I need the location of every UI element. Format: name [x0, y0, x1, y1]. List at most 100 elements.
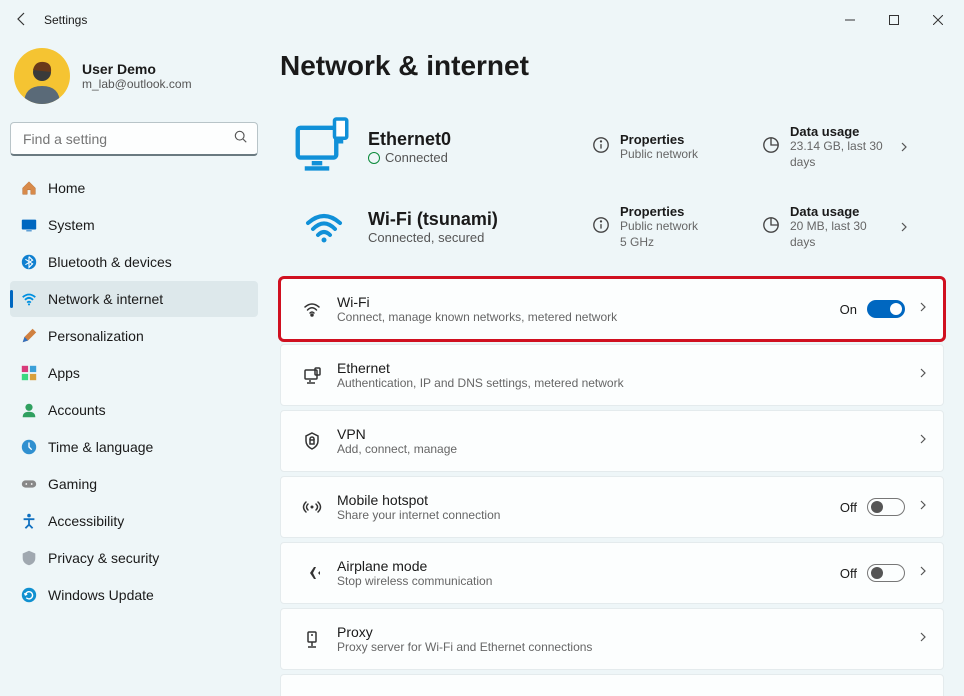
vpn-icon — [287, 431, 337, 451]
sidebar-item-privacy[interactable]: Privacy & security — [10, 540, 258, 576]
card-wifi[interactable]: Wi-Fi Connect, manage known networks, me… — [280, 278, 944, 340]
page-title: Network & internet — [280, 50, 944, 82]
card-airplane[interactable]: Airplane mode Stop wireless communicatio… — [280, 542, 944, 604]
sidebar-item-accounts[interactable]: Accounts — [10, 392, 258, 428]
connection-name: Wi-Fi (tsunami) — [368, 209, 592, 230]
gaming-icon — [20, 475, 48, 493]
card-proxy[interactable]: Proxy Proxy server for Wi-Fi and Etherne… — [280, 608, 944, 670]
privacy-icon — [20, 549, 48, 567]
connection-ethernet: Ethernet0 Connected Properties Public ne… — [280, 104, 944, 196]
sidebar-item-label: Privacy & security — [48, 550, 159, 566]
wifi-icon — [287, 299, 337, 319]
settings-cards: Wi-Fi Connect, manage known networks, me… — [280, 278, 944, 696]
sidebar: User Demo m_lab@outlook.com Home System — [0, 40, 268, 696]
sidebar-item-network[interactable]: Network & internet — [10, 281, 258, 317]
data-usage-icon — [762, 136, 780, 159]
nav: Home System Bluetooth & devices Network … — [10, 170, 258, 613]
chevron-right-icon — [917, 630, 929, 648]
sidebar-item-label: Home — [48, 180, 85, 196]
search-container — [10, 122, 258, 156]
hotspot-toggle[interactable] — [867, 498, 905, 516]
sidebar-item-label: Bluetooth & devices — [48, 254, 172, 270]
sidebar-item-label: System — [48, 217, 95, 233]
sidebar-item-update[interactable]: Windows Update — [10, 577, 258, 613]
card-title: Ethernet — [337, 360, 917, 376]
card-title: Wi-Fi — [337, 294, 840, 310]
sidebar-item-apps[interactable]: Apps — [10, 355, 258, 391]
bluetooth-icon — [20, 253, 48, 271]
card-dialup[interactable]: Dial-up — [280, 674, 944, 696]
airplane-toggle[interactable] — [867, 564, 905, 582]
connection-wifi: Wi-Fi (tsunami) Connected, secured Prope… — [280, 196, 944, 264]
usage-sub: 23.14 GB, last 30 days — [790, 139, 892, 170]
sidebar-item-system[interactable]: System — [10, 207, 258, 243]
sidebar-item-gaming[interactable]: Gaming — [10, 466, 258, 502]
chevron-right-icon — [917, 366, 929, 384]
network-icon — [20, 290, 48, 308]
card-vpn[interactable]: VPN Add, connect, manage — [280, 410, 944, 472]
properties-button[interactable]: Properties Public network — [592, 132, 762, 163]
sidebar-item-label: Time & language — [48, 439, 153, 455]
sidebar-item-personalization[interactable]: Personalization — [10, 318, 258, 354]
card-title: VPN — [337, 426, 917, 442]
sidebar-item-label: Accounts — [48, 402, 106, 418]
chevron-right-icon[interactable] — [892, 141, 916, 153]
main-content: Network & internet Ethernet0 Connected P… — [268, 40, 964, 696]
chevron-right-icon[interactable] — [892, 221, 916, 233]
accessibility-icon — [20, 512, 48, 530]
window-title: Settings — [44, 13, 87, 27]
info-icon — [592, 136, 610, 159]
airplane-icon — [287, 563, 337, 583]
sidebar-item-label: Apps — [48, 365, 80, 381]
chevron-right-icon — [917, 564, 929, 582]
close-button[interactable] — [916, 4, 960, 36]
chevron-right-icon — [917, 300, 929, 318]
sidebar-item-accessibility[interactable]: Accessibility — [10, 503, 258, 539]
ethernet-icon — [280, 112, 368, 182]
card-sub: Authentication, IP and DNS settings, met… — [337, 376, 917, 390]
back-button[interactable] — [4, 11, 40, 30]
properties-title: Properties — [620, 204, 698, 219]
hotspot-icon — [287, 497, 337, 517]
ethernet-icon — [287, 365, 337, 385]
card-title: Proxy — [337, 624, 917, 640]
card-sub: Add, connect, manage — [337, 442, 917, 456]
usage-title: Data usage — [790, 204, 892, 219]
info-icon — [592, 216, 610, 239]
properties-title: Properties — [620, 132, 698, 147]
sidebar-item-time[interactable]: Time & language — [10, 429, 258, 465]
wifi-toggle[interactable] — [867, 300, 905, 318]
sidebar-item-home[interactable]: Home — [10, 170, 258, 206]
card-sub: Stop wireless communication — [337, 574, 840, 588]
sidebar-item-label: Gaming — [48, 476, 97, 492]
properties-button[interactable]: Properties Public network 5 GHz — [592, 204, 762, 250]
home-icon — [20, 179, 48, 197]
sidebar-item-label: Accessibility — [48, 513, 124, 529]
data-usage-icon — [762, 216, 780, 239]
update-icon — [20, 586, 48, 604]
chevron-right-icon — [917, 432, 929, 450]
data-usage-button[interactable]: Data usage 23.14 GB, last 30 days — [762, 124, 892, 170]
minimize-button[interactable] — [828, 4, 872, 36]
user-profile[interactable]: User Demo m_lab@outlook.com — [10, 46, 258, 122]
avatar — [14, 48, 70, 104]
user-email: m_lab@outlook.com — [82, 77, 192, 91]
data-usage-button[interactable]: Data usage 20 MB, last 30 days — [762, 204, 892, 250]
sidebar-item-bluetooth[interactable]: Bluetooth & devices — [10, 244, 258, 280]
properties-sub: Public network 5 GHz — [620, 219, 698, 250]
time-icon — [20, 438, 48, 456]
apps-icon — [20, 364, 48, 382]
toggle-state: Off — [840, 566, 857, 581]
maximize-button[interactable] — [872, 4, 916, 36]
toggle-state: Off — [840, 500, 857, 515]
titlebar: Settings — [0, 0, 964, 40]
card-hotspot[interactable]: Mobile hotspot Share your internet conne… — [280, 476, 944, 538]
card-title: Airplane mode — [337, 558, 840, 574]
connection-status: Connected, secured — [368, 230, 592, 245]
search-input[interactable] — [10, 122, 258, 156]
accounts-icon — [20, 401, 48, 419]
card-sub: Proxy server for Wi-Fi and Ethernet conn… — [337, 640, 917, 654]
card-ethernet[interactable]: Ethernet Authentication, IP and DNS sett… — [280, 344, 944, 406]
personalization-icon — [20, 327, 48, 345]
sidebar-item-label: Personalization — [48, 328, 144, 344]
